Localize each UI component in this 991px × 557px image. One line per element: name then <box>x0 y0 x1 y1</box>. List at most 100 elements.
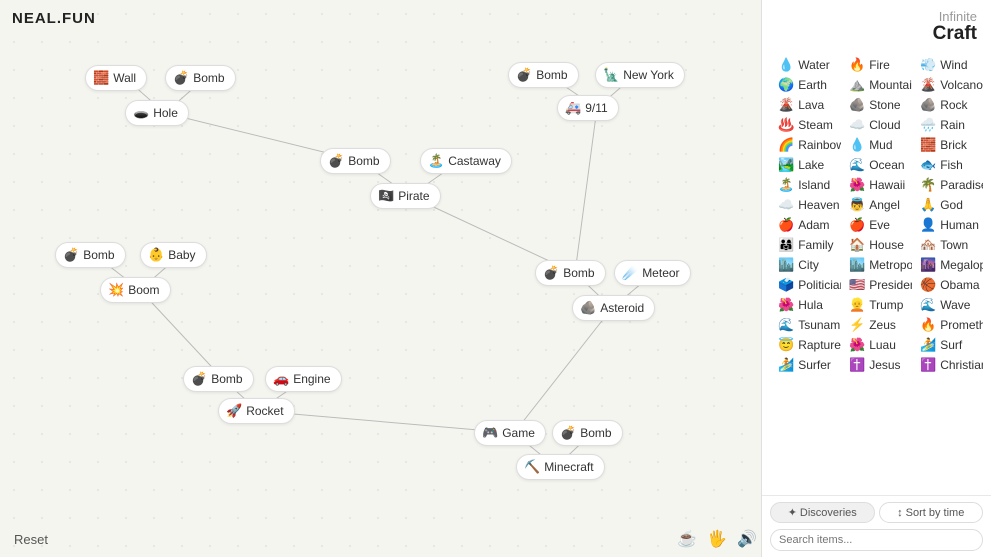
node-game[interactable]: 🎮Game <box>474 420 546 446</box>
item-label: Brick <box>940 138 967 152</box>
list-item[interactable]: 🌋Volcano <box>912 75 983 95</box>
list-item[interactable]: ✝️Jesus <box>841 355 912 375</box>
list-item[interactable]: 🌊Tsunami <box>770 315 841 335</box>
list-item[interactable]: 🪨Stone <box>841 95 912 115</box>
node-bomb3[interactable]: 💣Bomb <box>183 366 254 392</box>
node-bomb4[interactable]: 💣Bomb <box>320 148 391 174</box>
item-icon: 🪨 <box>849 97 865 113</box>
canvas-area[interactable]: NEAL.FUN 🧱Wall💣Bomb🕳️Hole💣Bomb👶Baby💥Boom… <box>0 0 761 557</box>
item-label: Hawaii <box>869 178 905 192</box>
list-item[interactable]: 🔥Fire <box>841 55 912 75</box>
item-label: Surfer <box>798 358 831 372</box>
list-item[interactable]: 🏘️Town <box>912 235 983 255</box>
list-item[interactable]: 🌺Hawaii <box>841 175 912 195</box>
hand-icon[interactable]: 🖐️ <box>707 529 727 549</box>
list-item[interactable]: ⛰️Mountain <box>841 75 912 95</box>
list-item[interactable]: 🌊Wave <box>912 295 983 315</box>
item-label: Angel <box>869 198 900 212</box>
node-bomb1[interactable]: 💣Bomb <box>165 65 236 91</box>
list-item[interactable]: 🌋Lava <box>770 95 841 115</box>
node-newyork[interactable]: 🗽New York <box>595 62 685 88</box>
node-hole[interactable]: 🕳️Hole <box>125 100 189 126</box>
item-icon: 💨 <box>920 57 936 73</box>
node-engine[interactable]: 🚗Engine <box>265 366 342 392</box>
node-bomb7[interactable]: 💣Bomb <box>552 420 623 446</box>
list-item[interactable]: 👼 Angel <box>841 195 912 215</box>
list-item[interactable]: 🌈Rainbow <box>770 135 841 155</box>
node-bomb5[interactable]: 💣Bomb <box>508 62 579 88</box>
list-item[interactable]: ☁️Cloud <box>841 115 912 135</box>
list-item[interactable]: 🏄Surfer <box>770 355 841 375</box>
item-icon: 🏞️ <box>778 157 794 173</box>
node-baby[interactable]: 👶Baby <box>140 242 207 268</box>
list-item[interactable]: ♨️Steam <box>770 115 841 135</box>
node-asteroid[interactable]: 🪨Asteroid <box>572 295 655 321</box>
list-item[interactable]: 🏙️City <box>770 255 841 275</box>
cup-icon[interactable]: ☕ <box>677 529 697 549</box>
items-list[interactable]: 💧Water🔥Fire💨Wind 🌍Earth⛰️Mountain🌋Volcano… <box>762 51 991 495</box>
list-item[interactable]: 🌍Earth <box>770 75 841 95</box>
search-input[interactable] <box>770 529 983 551</box>
list-item[interactable]: 🐟Fish <box>912 155 983 175</box>
list-item[interactable]: 🏄Surf <box>912 335 983 355</box>
list-item[interactable]: 🏀Obama <box>912 275 983 295</box>
list-item[interactable]: 💧Water <box>770 55 841 75</box>
discoveries-tab[interactable]: ✦ Discoveries <box>770 502 875 523</box>
item-icon: 👼 <box>849 197 865 213</box>
list-item[interactable]: 🙏God <box>912 195 983 215</box>
list-item[interactable]: 🏙️Metropolis <box>841 255 912 275</box>
list-item[interactable]: 🪨Rock <box>912 95 983 115</box>
list-item[interactable]: 🌊Ocean <box>841 155 912 175</box>
list-item[interactable]: 🏠House <box>841 235 912 255</box>
node-castaway[interactable]: 🏝️Castaway <box>420 148 512 174</box>
node-rocket[interactable]: 🚀Rocket <box>218 398 295 424</box>
list-item[interactable]: 🌺Luau <box>841 335 912 355</box>
list-item[interactable]: 👨‍👩‍👧Family <box>770 235 841 255</box>
item-label: Island <box>798 178 830 192</box>
list-item[interactable]: 🍎Adam <box>770 215 841 235</box>
item-icon: ☁️ <box>849 117 865 133</box>
sort-tab[interactable]: ↕ Sort by time <box>879 502 984 523</box>
node-label-bomb4: Bomb <box>348 154 379 168</box>
list-item[interactable]: 💨Wind <box>912 55 983 75</box>
list-item[interactable]: 👤Human <box>912 215 983 235</box>
node-bomb6[interactable]: 💣Bomb <box>535 260 606 286</box>
node-label-boom: Boom <box>128 283 159 297</box>
list-item[interactable]: 🔥Prometheus <box>912 315 983 335</box>
item-icon: 🧱 <box>920 137 936 153</box>
list-item[interactable]: ✝️Christianity <box>912 355 983 375</box>
list-item[interactable]: 🌴Paradise <box>912 175 983 195</box>
list-item[interactable]: ⚡Zeus <box>841 315 912 335</box>
list-item[interactable]: 🇺🇸President <box>841 275 912 295</box>
list-item[interactable]: 😇Rapture <box>770 335 841 355</box>
item-icon: 🏀 <box>920 277 936 293</box>
list-item[interactable]: 🌧️Rain <box>912 115 983 135</box>
node-meteor[interactable]: ☄️Meteor <box>614 260 691 286</box>
item-icon: 🌈 <box>778 137 794 153</box>
node-bomb2[interactable]: 💣Bomb <box>55 242 126 268</box>
reset-button[interactable]: Reset <box>14 532 48 547</box>
list-item[interactable]: 🧱 Brick <box>912 135 983 155</box>
node-minecraft[interactable]: ⛏️Minecraft <box>516 454 605 480</box>
sound-icon[interactable]: 🔊 <box>737 529 757 549</box>
node-label-newyork: New York <box>623 68 674 82</box>
node-911[interactable]: 🚑9/11 <box>557 95 619 121</box>
list-item[interactable]: 🌆Megalopolis <box>912 255 983 275</box>
list-item[interactable]: 🌺Hula <box>770 295 841 315</box>
list-item[interactable]: 👱Trump <box>841 295 912 315</box>
list-item[interactable]: 🏞️Lake <box>770 155 841 175</box>
list-item[interactable]: 💧Mud <box>841 135 912 155</box>
list-item[interactable]: 🍎Eve <box>841 215 912 235</box>
node-pirate[interactable]: 🏴‍☠️Pirate <box>370 183 441 209</box>
node-label-bomb7: Bomb <box>580 426 611 440</box>
item-icon: 🌋 <box>920 77 936 93</box>
item-label: Adam <box>798 218 829 232</box>
node-boom[interactable]: 💥Boom <box>100 277 171 303</box>
list-item[interactable]: 🗳️Politician <box>770 275 841 295</box>
list-item[interactable]: 🏝️Island <box>770 175 841 195</box>
item-icon: 💧 <box>778 57 794 73</box>
node-icon-wall: 🧱 <box>93 70 109 86</box>
item-icon: 👨‍👩‍👧 <box>778 237 794 253</box>
list-item[interactable]: ☁️Heaven <box>770 195 841 215</box>
node-wall[interactable]: 🧱Wall <box>85 65 147 91</box>
